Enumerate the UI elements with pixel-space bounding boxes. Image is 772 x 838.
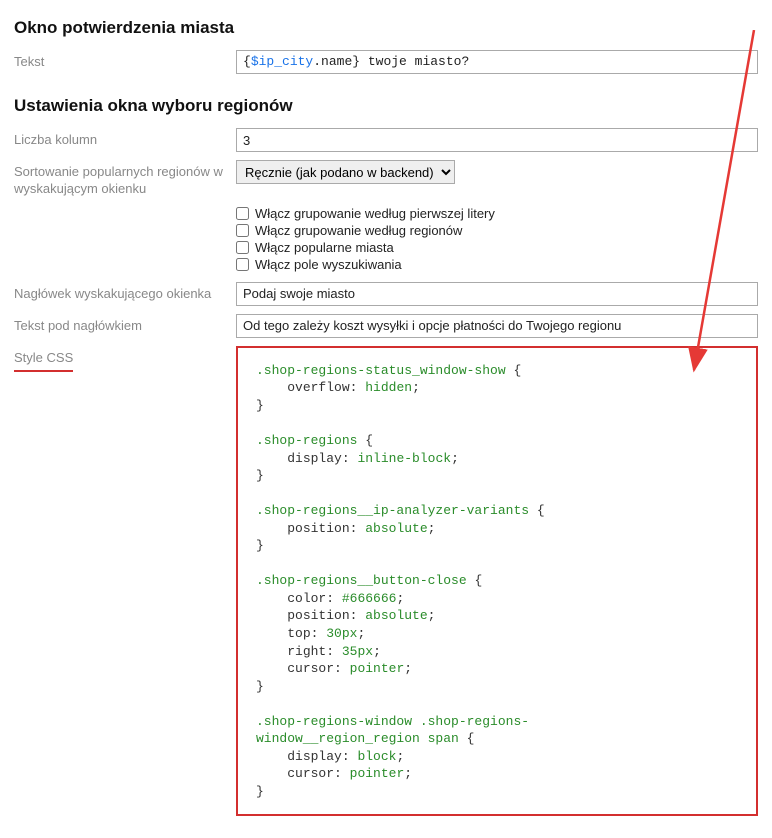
input-popup-header[interactable] <box>236 282 758 306</box>
input-popup-subtext[interactable] <box>236 314 758 338</box>
checkbox-group-first-letter[interactable]: Włącz grupowanie według pierwszej litery <box>236 206 758 221</box>
label-columns: Liczba kolumn <box>14 128 236 149</box>
label-popup-subtext: Tekst pod nagłówkiem <box>14 314 236 335</box>
label-text: Tekst <box>14 50 236 71</box>
select-sort[interactable]: Ręcznie (jak podano w backend) <box>236 160 455 184</box>
checkbox-icon[interactable] <box>236 207 249 220</box>
section-confirm-title: Okno potwierdzenia miasta <box>14 18 758 38</box>
input-text[interactable]: {$ip_city.name} twoje miasto? <box>236 50 758 74</box>
input-columns[interactable] <box>236 128 758 152</box>
label-popup-header: Nagłówek wyskakującego okienka <box>14 282 236 303</box>
checkbox-icon[interactable] <box>236 241 249 254</box>
section-regions-title: Ustawienia okna wyboru regionów <box>14 96 758 116</box>
checkbox-search-field[interactable]: Włącz pole wyszukiwania <box>236 257 758 272</box>
label-style-css: Style CSS <box>14 350 73 372</box>
css-code-editor[interactable]: .shop-regions-status_window-show { overf… <box>236 346 758 817</box>
label-sort: Sortowanie popularnych regionów w wyskak… <box>14 160 236 198</box>
checkbox-icon[interactable] <box>236 258 249 271</box>
checkbox-icon[interactable] <box>236 224 249 237</box>
checkbox-popular-cities[interactable]: Włącz popularne miasta <box>236 240 758 255</box>
checkbox-group-regions[interactable]: Włącz grupowanie według regionów <box>236 223 758 238</box>
